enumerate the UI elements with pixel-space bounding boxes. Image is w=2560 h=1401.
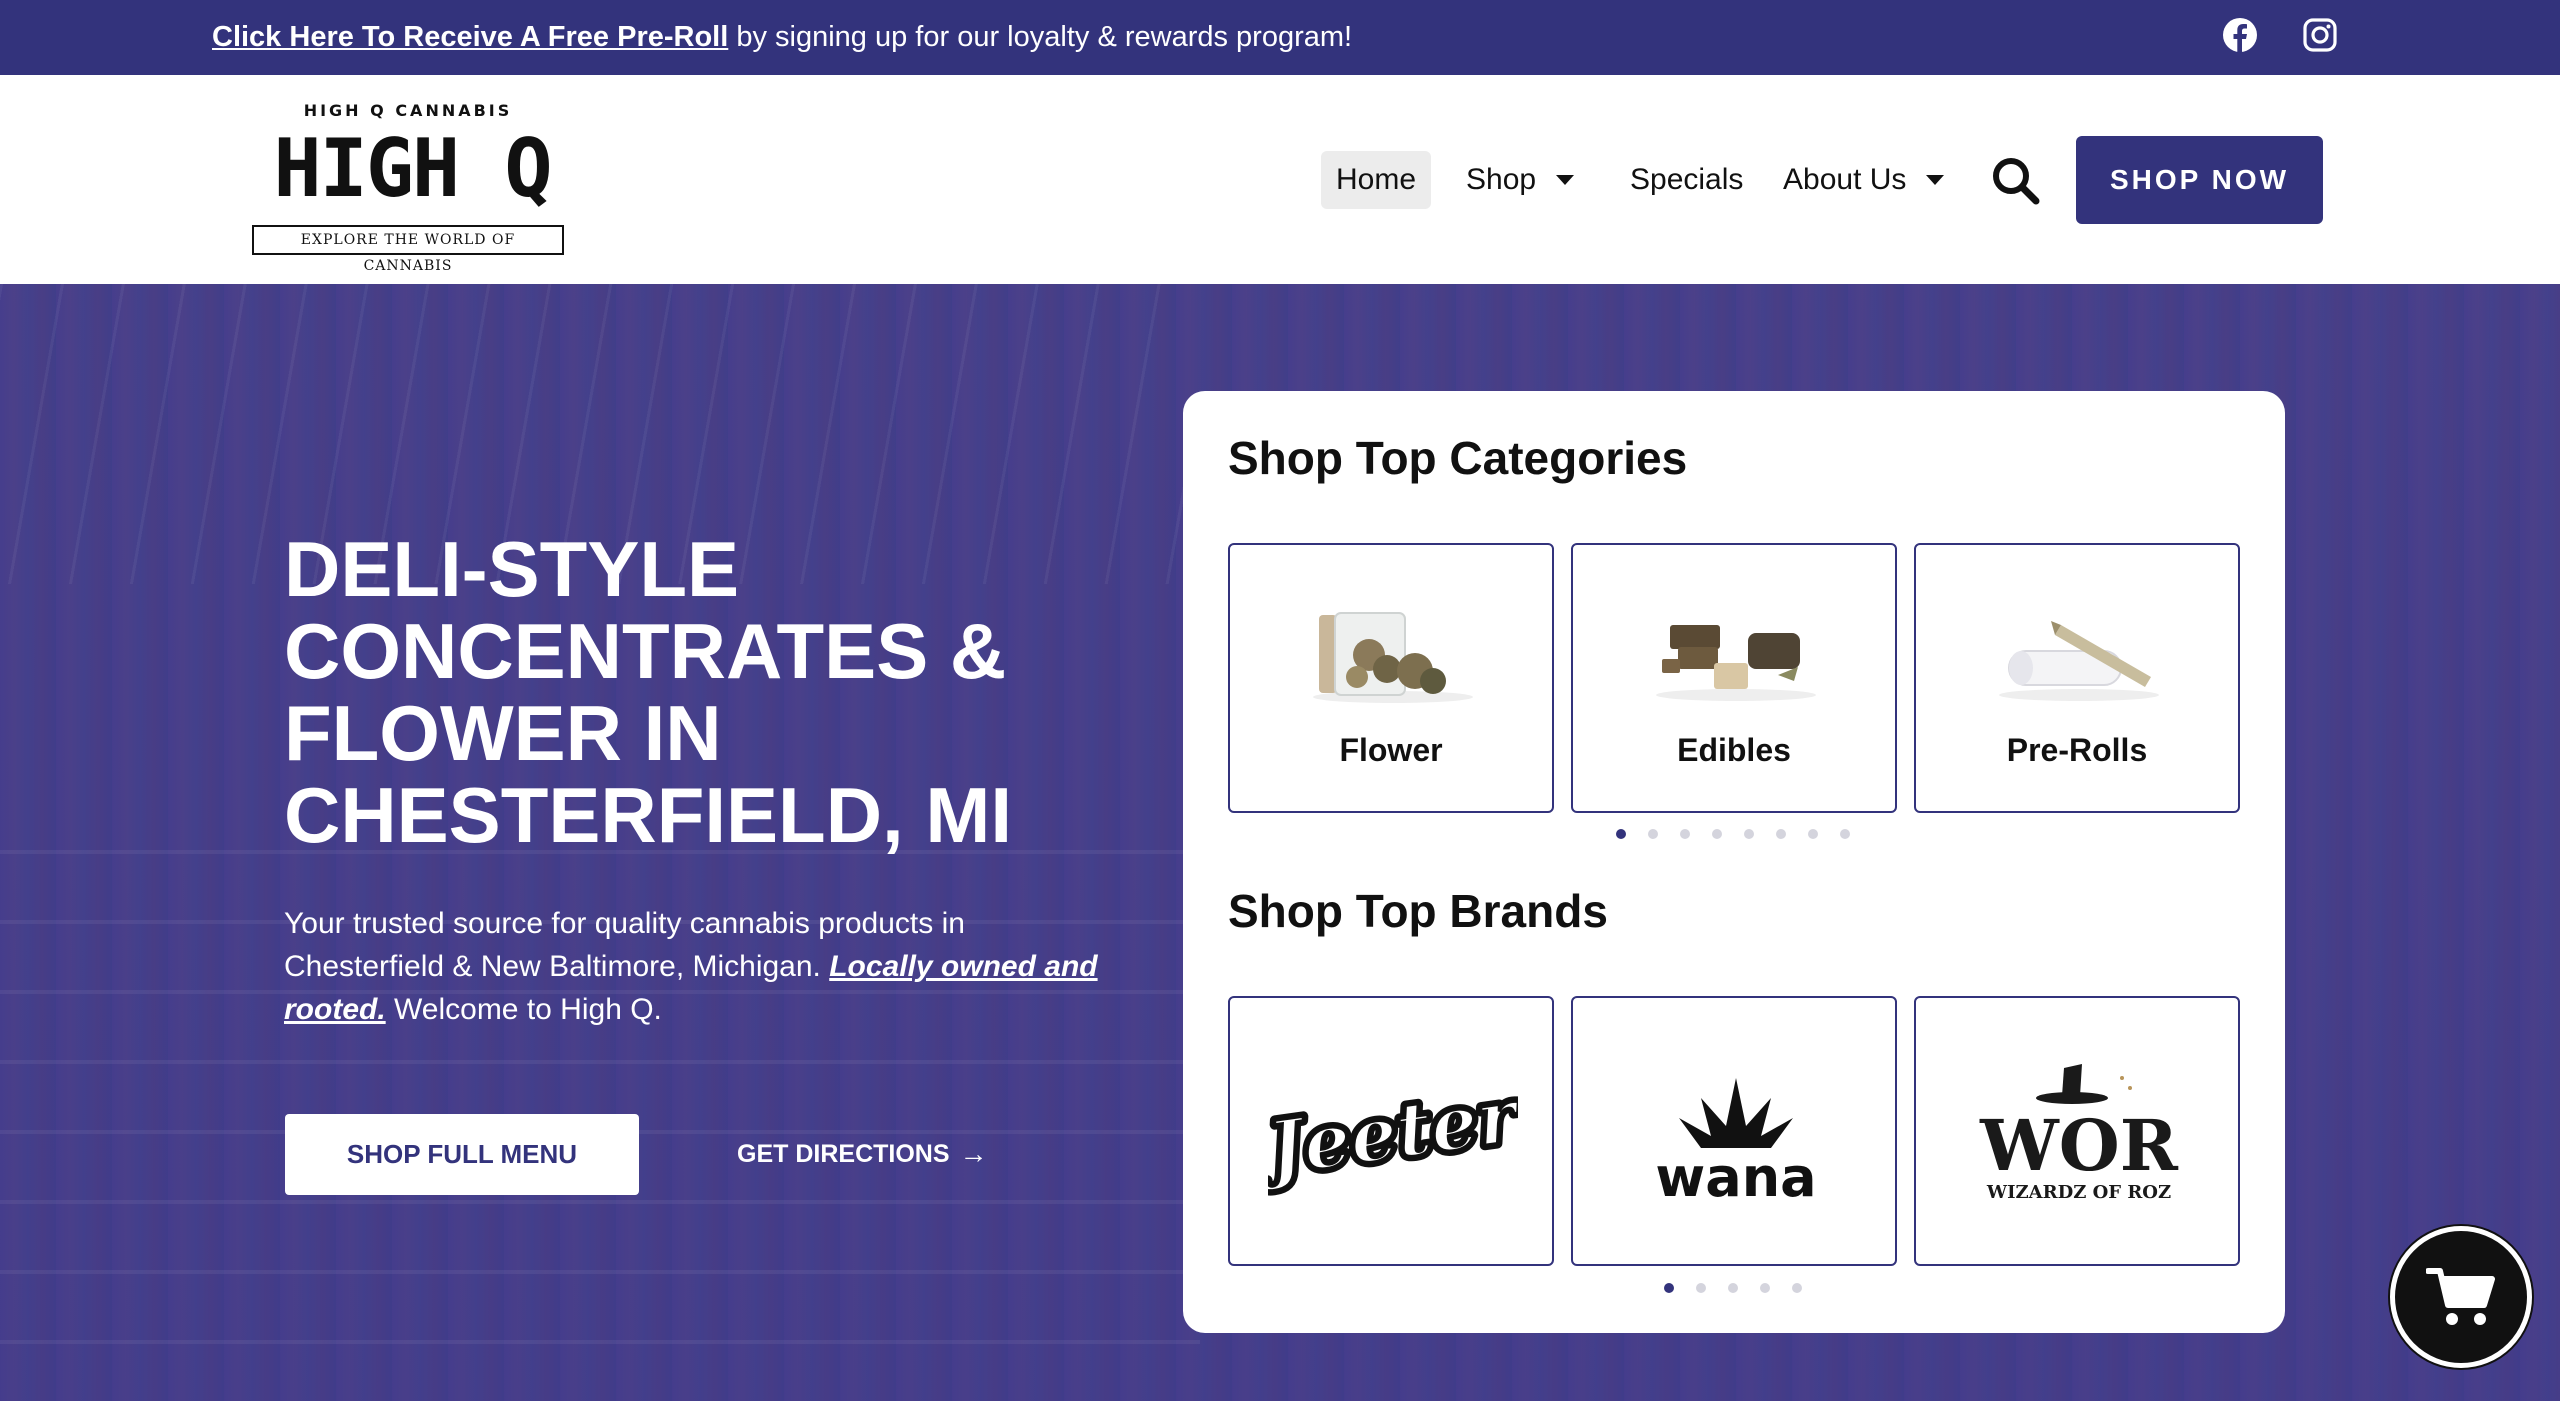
get-directions-label: GET DIRECTIONS bbox=[737, 1139, 950, 1168]
nav-home[interactable]: Home bbox=[1321, 151, 1431, 209]
carousel-dot[interactable] bbox=[1760, 1283, 1770, 1293]
svg-text:Jeeter: Jeeter bbox=[1268, 1072, 1518, 1194]
brands-carousel-dots bbox=[1664, 1283, 1802, 1293]
nav-shop[interactable]: Shop bbox=[1466, 151, 1575, 209]
nav-shop-label: Shop bbox=[1466, 163, 1537, 196]
carousel-dot[interactable] bbox=[1792, 1283, 1802, 1293]
hero-desc-part2: Welcome to High Q. bbox=[385, 993, 662, 1026]
logo[interactable]: HIGH Q CANNABIS HIGH Q EXPLORE THE WORLD… bbox=[250, 101, 566, 274]
carousel-dot[interactable] bbox=[1840, 829, 1850, 839]
carousel-dot[interactable] bbox=[1744, 829, 1754, 839]
chevron-down-icon bbox=[1556, 175, 1575, 185]
carousel-dot[interactable] bbox=[1648, 829, 1658, 839]
nav-specials[interactable]: Specials bbox=[1630, 151, 1743, 209]
categories-heading: Shop Top Categories bbox=[1228, 432, 1688, 484]
carousel-dot[interactable] bbox=[1808, 829, 1818, 839]
shop-full-menu-button[interactable]: SHOP FULL MENU bbox=[285, 1114, 639, 1195]
edibles-image bbox=[1656, 625, 1816, 701]
carousel-dot[interactable] bbox=[1696, 1283, 1706, 1293]
category-label: Flower bbox=[1339, 732, 1443, 768]
facebook-icon[interactable] bbox=[2220, 15, 2260, 55]
category-tile-pre-rolls[interactable]: Pre-Rolls bbox=[1914, 543, 2240, 813]
arrow-right-icon: → bbox=[959, 1138, 988, 1169]
flower-jar-image bbox=[1313, 612, 1473, 703]
svg-text:wana: wana bbox=[1655, 1146, 1816, 1208]
nav-home-label: Home bbox=[1335, 163, 1417, 196]
promo-text: Click Here To Receive A Free Pre-Roll by… bbox=[212, 18, 1352, 56]
shopping-cart-icon[interactable] bbox=[2390, 1226, 2532, 1368]
hero-section: DELI-STYLE CONCENTRATES & FLOWER IN CHES… bbox=[0, 284, 2560, 1401]
carousel-dot[interactable] bbox=[1680, 829, 1690, 839]
carousel-dot[interactable] bbox=[1664, 1283, 1674, 1293]
chevron-down-icon bbox=[1926, 175, 1945, 185]
brands-heading: Shop Top Brands bbox=[1228, 885, 1608, 937]
shop-now-button[interactable]: SHOP NOW bbox=[2076, 136, 2323, 224]
brand-tile-wizardz-of-roz[interactable]: WOR WIZARDZ OF ROZ bbox=[1914, 996, 2240, 1266]
nav-about-us[interactable]: About Us bbox=[1783, 151, 1945, 209]
search-icon[interactable] bbox=[1990, 155, 2042, 207]
wana-logo: wana bbox=[1655, 1078, 1817, 1208]
category-label: Edibles bbox=[1677, 732, 1791, 768]
carousel-dot[interactable] bbox=[1728, 1283, 1738, 1293]
wizardz-of-roz-logo: WOR WIZARDZ OF ROZ bbox=[1979, 1064, 2179, 1203]
promo-bar: Click Here To Receive A Free Pre-Roll by… bbox=[0, 0, 2560, 75]
hero-description: Your trusted source for quality cannabis… bbox=[284, 902, 1104, 1031]
brand-tile-wana[interactable]: wana bbox=[1571, 996, 1897, 1266]
site-header: HIGH Q CANNABIS HIGH Q EXPLORE THE WORLD… bbox=[0, 75, 2560, 284]
categories-carousel-dots bbox=[1616, 829, 1850, 839]
instagram-icon[interactable] bbox=[2300, 15, 2340, 55]
get-directions-link[interactable]: GET DIRECTIONS → bbox=[737, 1132, 988, 1176]
promo-link[interactable]: Click Here To Receive A Free Pre-Roll bbox=[212, 21, 728, 53]
logo-main-text: HIGH Q bbox=[273, 122, 553, 215]
nav-specials-label: Specials bbox=[1630, 163, 1744, 196]
nav-about-label: About Us bbox=[1783, 163, 1907, 196]
carousel-dot[interactable] bbox=[1776, 829, 1786, 839]
svg-text:WOR: WOR bbox=[1979, 1104, 2179, 1187]
category-label: Pre-Rolls bbox=[2006, 732, 2148, 768]
svg-text:WIZARDZ OF ROZ: WIZARDZ OF ROZ bbox=[1986, 1182, 2171, 1203]
shop-panel: Shop Top Categories Flower Edibles Pre-R… bbox=[1183, 391, 2285, 1333]
hero-title: DELI-STYLE CONCENTRATES & FLOWER IN CHES… bbox=[284, 525, 1013, 859]
brand-tile-jeeter[interactable]: Jeeter Jeeter bbox=[1228, 996, 1554, 1266]
category-tile-edibles[interactable]: Edibles bbox=[1571, 543, 1897, 813]
logo-top-text: HIGH Q CANNABIS bbox=[303, 101, 513, 120]
carousel-dot[interactable] bbox=[1616, 829, 1626, 839]
promo-rest-text: by signing up for our loyalty & rewards … bbox=[728, 21, 1353, 53]
carousel-dot[interactable] bbox=[1712, 829, 1722, 839]
jeeter-logo: Jeeter Jeeter bbox=[1268, 1067, 1518, 1199]
category-tile-flower[interactable]: Flower bbox=[1228, 543, 1554, 813]
logo-tagline: EXPLORE THE WORLD OF CANNABIS bbox=[252, 225, 564, 274]
pre-roll-image bbox=[1999, 621, 2159, 701]
